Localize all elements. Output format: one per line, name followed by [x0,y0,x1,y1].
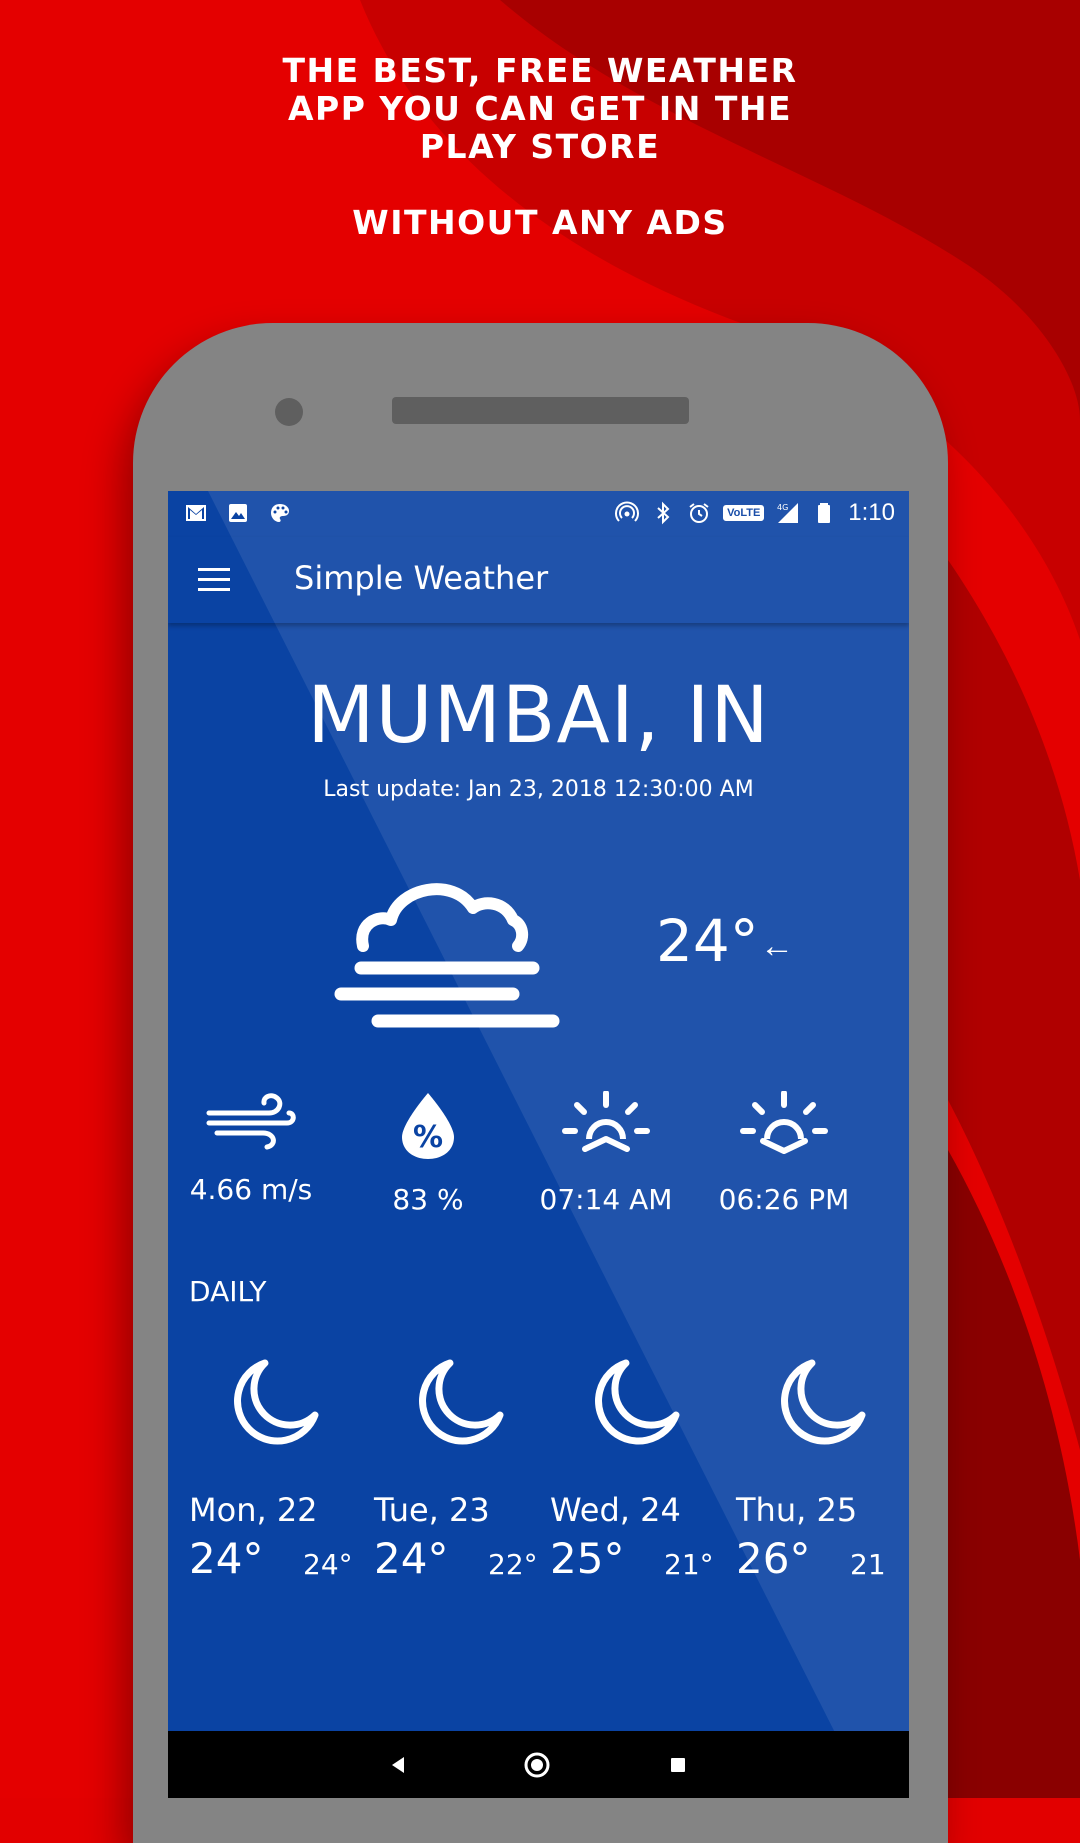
sunrise-stat: 07:14 AM [526,1091,686,1216]
promo-line-3: PLAY STORE [419,127,661,166]
svg-text:4G: 4G [777,503,788,512]
forecast-day: Tue, 23 [374,1491,490,1529]
moon-icon [595,1359,680,1445]
current-temperature: 24° [656,907,759,975]
svg-text:%: % [413,1120,443,1155]
system-nav-bar [168,1731,909,1798]
forecast-low-temp: 21 [850,1548,886,1581]
palette-icon [271,504,289,522]
humidity-stat: % 83 % [348,1091,508,1216]
forecast-high-temp: 24° [189,1534,264,1583]
promo-line-1: THE BEST, FREE WEATHER [282,51,798,90]
status-time: 1:10 [848,499,895,526]
humidity-value: 83 % [392,1183,464,1216]
app-toolbar: Simple Weather [168,537,909,623]
home-icon[interactable] [521,1749,553,1781]
back-icon[interactable] [382,1749,414,1781]
bluetooth-icon [657,501,670,525]
daily-section-label: DAILY [189,1275,267,1308]
last-update-text: Last update: Jan 23, 2018 12:30:00 AM [323,777,754,802]
promo-line-2: APP YOU CAN GET IN THE [287,89,792,128]
forecast-high-temp: 24° [374,1534,449,1583]
signal-icon: 4G [777,503,799,523]
fog-cloud-icon [334,883,560,1028]
hotspot-icon [615,501,640,522]
forecast-day: Wed, 24 [550,1491,681,1529]
app-title: Simple Weather [294,559,549,597]
location-name: MUMBAI, IN [307,671,770,761]
forecast-day: Thu, 25 [736,1491,858,1529]
sunset-time: 06:26 PM [718,1183,850,1216]
gmail-icon [186,505,206,521]
hamburger-menu-icon[interactable] [196,563,232,597]
recents-icon[interactable] [662,1749,694,1781]
wind-icon [206,1093,296,1150]
forecast-low-temp: 21° [664,1548,714,1581]
forecast-low-temp: 22° [488,1548,538,1581]
wind-direction-arrow: ← [760,927,794,965]
image-icon [229,504,247,522]
wind-speed-value: 4.66 m/s [189,1173,313,1206]
alarm-icon [689,503,709,523]
phone-screen: VoLTE 4G 1:10 Simple Weather MUMBAI, IN … [168,491,909,1798]
forecast-high-temp: 26° [736,1534,811,1583]
front-camera [275,398,303,426]
promo-headline: THE BEST, FREE WEATHER APP YOU CAN GET I… [0,52,1080,242]
sunset-stat: 06:26 PM [704,1091,864,1216]
wind-stat: 4.66 m/s [171,1091,331,1206]
sunrise-icon [562,1091,650,1152]
status-bar: VoLTE 4G 1:10 [168,491,909,537]
humidity-icon: % [402,1093,454,1159]
earpiece-speaker [392,397,689,424]
volte-icon: VoLTE [723,505,765,521]
moon-icon [234,1359,319,1445]
forecast-day: Mon, 22 [189,1491,318,1529]
forecast-low-temp: 24° [303,1548,353,1581]
moon-icon [781,1359,866,1445]
forecast-high-temp: 25° [550,1534,625,1583]
battery-icon [818,503,831,523]
sunrise-time: 07:14 AM [539,1183,673,1216]
sunset-icon [740,1091,828,1154]
moon-icon [419,1359,504,1445]
promo-line-4: WITHOUT ANY ADS [352,203,728,242]
